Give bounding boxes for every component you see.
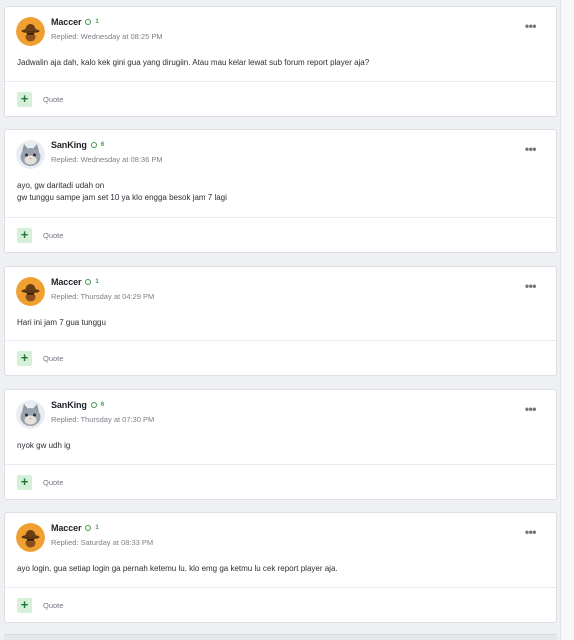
plus-icon[interactable]: + [17,92,32,107]
sidebar-edge [560,0,574,640]
orange-cowboy-avatar-icon [16,523,45,552]
post-text-line: ayo, gw daritadi udah on [17,181,105,190]
post: SanKing 6 Replied: Thursday at 07:30 PM … [4,389,557,500]
post-body: ayo login, gua setiap login ga pernah ke… [5,561,556,575]
post-header: SanKing 6 Replied: Thursday at 07:30 PM … [5,390,556,438]
quote-button[interactable]: Quote [43,354,63,363]
username[interactable]: SanKing [51,400,87,410]
reply-timestamp: Replied: Thursday at 07:30 PM [51,415,155,424]
author-line: Maccer 1 [51,17,99,27]
more-options-icon[interactable]: ••• [525,402,537,416]
online-status-icon [90,142,97,148]
quote-button[interactable]: Quote [43,231,63,240]
username[interactable]: SanKing [51,140,87,150]
post-header: Maccer 1 Replied: Wednesday at 08:25 PM … [5,7,556,55]
reputation-count: 1 [95,525,99,531]
thread-view: Maccer 1 Replied: Wednesday at 08:25 PM … [0,0,574,640]
avatar[interactable] [16,523,45,552]
author-line: Maccer 1 [51,523,99,533]
post-footer: + Quote [5,464,556,499]
reputation-count: 6 [100,142,105,148]
avatar[interactable] [16,400,45,429]
plus-icon[interactable]: + [17,351,32,366]
online-status-icon [90,402,97,408]
plus-icon[interactable]: + [17,598,32,613]
more-options-icon[interactable]: ••• [525,279,537,293]
reply-timestamp: Replied: Wednesday at 08:36 PM [51,155,163,164]
post-text-line: ayo login, gua setiap login ga pernah ke… [17,564,338,573]
author-line: Maccer 1 [51,277,99,287]
username[interactable]: Maccer [51,523,82,533]
cat-avatar-icon [16,140,45,169]
online-status-icon [85,19,92,25]
more-options-icon[interactable]: ••• [525,19,537,33]
post-footer: + Quote [5,217,556,252]
quote-button[interactable]: Quote [43,478,63,487]
post-body: ayo, gw daritadi udah on gw tunggu sampe… [5,178,556,204]
reply-timestamp: Replied: Thursday at 04:29 PM [51,292,155,301]
reputation-count: 6 [100,402,105,408]
post-footer: + Quote [5,587,556,622]
online-status-icon [85,279,92,285]
post-footer: + Quote [5,81,556,116]
orange-cowboy-avatar-icon [16,17,45,46]
post-footer: + Quote [5,340,556,375]
post-body: Jadwalin aja dah, kalo kek gini gua yang… [5,55,556,69]
reputation-count: 1 [95,19,99,25]
post: Maccer 1 Replied: Saturday at 08:33 PM •… [4,512,557,623]
orange-cowboy-avatar-icon [16,277,45,306]
next-post-edge [4,634,557,640]
reply-timestamp: Replied: Saturday at 08:33 PM [51,538,154,547]
plus-icon[interactable]: + [17,475,32,490]
post-text-line: nyok gw udh ig [17,441,71,450]
author-line: SanKing 6 [51,400,104,410]
cat-avatar-icon [16,400,45,429]
post: SanKing 6 Replied: Wednesday at 08:36 PM… [4,129,557,253]
username[interactable]: Maccer [51,277,82,287]
reputation-count: 1 [95,279,99,285]
post: Maccer 1 Replied: Wednesday at 08:25 PM … [4,6,557,117]
author-line: SanKing 6 [51,140,104,150]
online-status-icon [85,525,92,531]
post-text-line: Hari ini jam 7 gua tunggu [17,318,106,327]
avatar[interactable] [16,17,45,46]
post-body: Hari ini jam 7 gua tunggu [5,315,556,329]
avatar[interactable] [16,277,45,306]
more-options-icon[interactable]: ••• [525,525,537,539]
quote-button[interactable]: Quote [43,601,63,610]
reply-timestamp: Replied: Wednesday at 08:25 PM [51,32,163,41]
post-header: Maccer 1 Replied: Thursday at 04:29 PM •… [5,267,556,315]
quote-button[interactable]: Quote [43,95,63,104]
post-text-line: Jadwalin aja dah, kalo kek gini gua yang… [17,58,370,67]
post-text-line: gw tunggu sampe jam set 10 ya klo engga … [17,193,227,202]
avatar[interactable] [16,140,45,169]
post-body: nyok gw udh ig [5,438,556,452]
post-header: Maccer 1 Replied: Saturday at 08:33 PM •… [5,513,556,561]
post: Maccer 1 Replied: Thursday at 04:29 PM •… [4,266,557,376]
more-options-icon[interactable]: ••• [525,142,537,156]
post-header: SanKing 6 Replied: Wednesday at 08:36 PM… [5,130,556,178]
username[interactable]: Maccer [51,17,82,27]
plus-icon[interactable]: + [17,228,32,243]
